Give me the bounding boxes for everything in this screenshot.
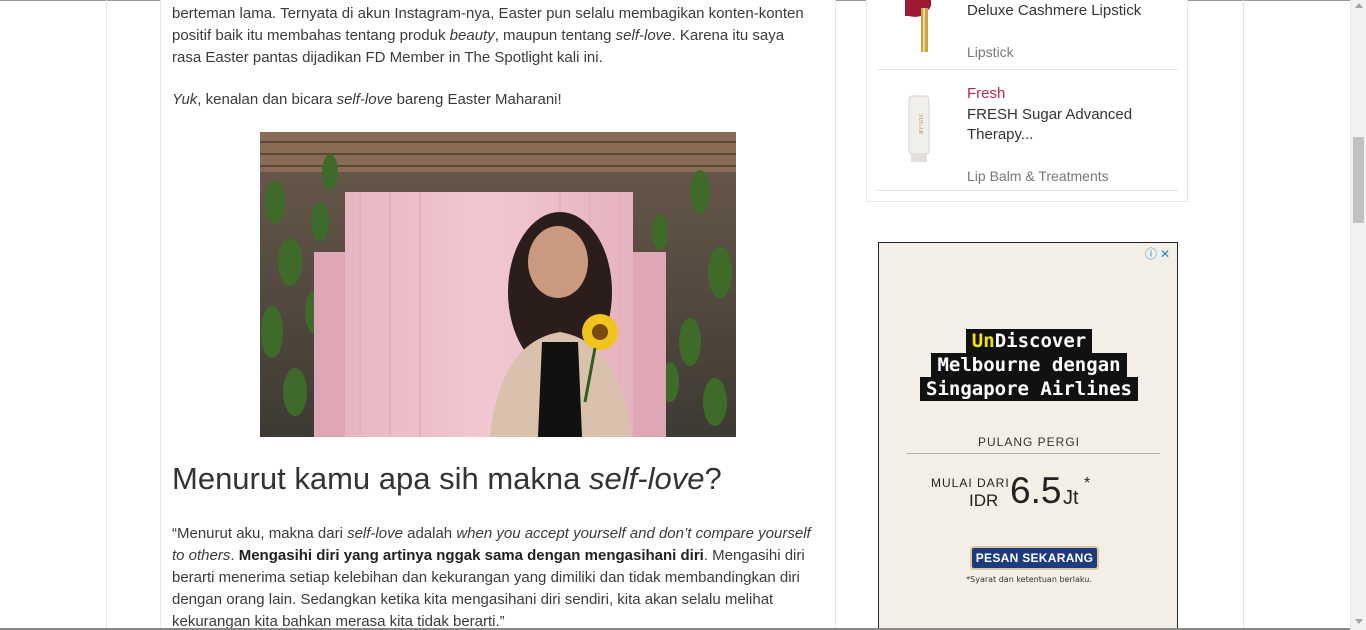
ad-asterisk: * — [1084, 475, 1091, 492]
article-body: berteman lama. Ternyata di akun Instagra… — [160, 0, 836, 630]
product-item[interactable]: Deluxe Cashmere Lipstick Lipstick — [877, 0, 1178, 70]
ad-currency: IDR — [969, 491, 999, 510]
product-category[interactable]: Lipstick — [967, 44, 1014, 60]
ad-price: 6.5 — [1010, 470, 1062, 511]
ad-divider — [907, 453, 1160, 454]
woman-with-sunflower-image — [260, 132, 736, 437]
product-name[interactable]: Deluxe Cashmere Lipstick — [967, 1, 1167, 21]
ad-roundtrip-label: PULANG PERGI — [977, 435, 1081, 449]
ad-headline: UnDiscover Melbourne dengan Singapore Ai… — [879, 329, 1177, 401]
scroll-down-arrow-icon[interactable] — [1355, 619, 1363, 624]
ad-from-label: MULAI DARI — [931, 476, 1010, 490]
article-paragraph: berteman lama. Ternyata di akun Instagra… — [172, 5, 804, 66]
advertisement-banner[interactable]: ⓘ✕ UnDiscover Melbourne dengan Singapore… — [878, 242, 1178, 630]
product-brand[interactable]: Fresh — [967, 85, 1005, 102]
product-name[interactable]: FRESH Sugar Advanced Therapy... — [967, 105, 1167, 145]
related-products-widget: Deluxe Cashmere Lipstick Lipstick SUGAR … — [866, 0, 1188, 202]
scroll-up-arrow-icon[interactable] — [1355, 3, 1363, 8]
product-item[interactable]: SUGAR Fresh FRESH Sugar Advanced Therapy… — [877, 70, 1178, 191]
section-heading: Menurut kamu apa sih makna self-love? — [172, 461, 722, 496]
product-category[interactable]: Lip Balm & Treatments — [967, 168, 1109, 184]
book-now-button[interactable]: PESAN SEKARANG — [970, 546, 1099, 570]
svg-text:SUGAR: SUGAR — [917, 114, 923, 134]
ad-terms: *Syarat dan ketentuan berlaku. — [966, 575, 1092, 584]
ad-info-close-icon[interactable]: ⓘ✕ — [1145, 245, 1173, 262]
article-photo — [260, 132, 736, 437]
vertical-scrollbar[interactable] — [1350, 0, 1366, 630]
article-paragraph: Yuk, kenalan dan bicara self-love bareng… — [172, 91, 562, 108]
scroll-thumb[interactable] — [1353, 137, 1364, 223]
lipstick-icon — [895, 0, 941, 57]
ad-price-unit: Jt — [1063, 487, 1079, 509]
lip-balm-icon: SUGAR — [895, 94, 941, 169]
article-paragraph: “Menurut aku, makna dari self-love adala… — [172, 525, 811, 630]
